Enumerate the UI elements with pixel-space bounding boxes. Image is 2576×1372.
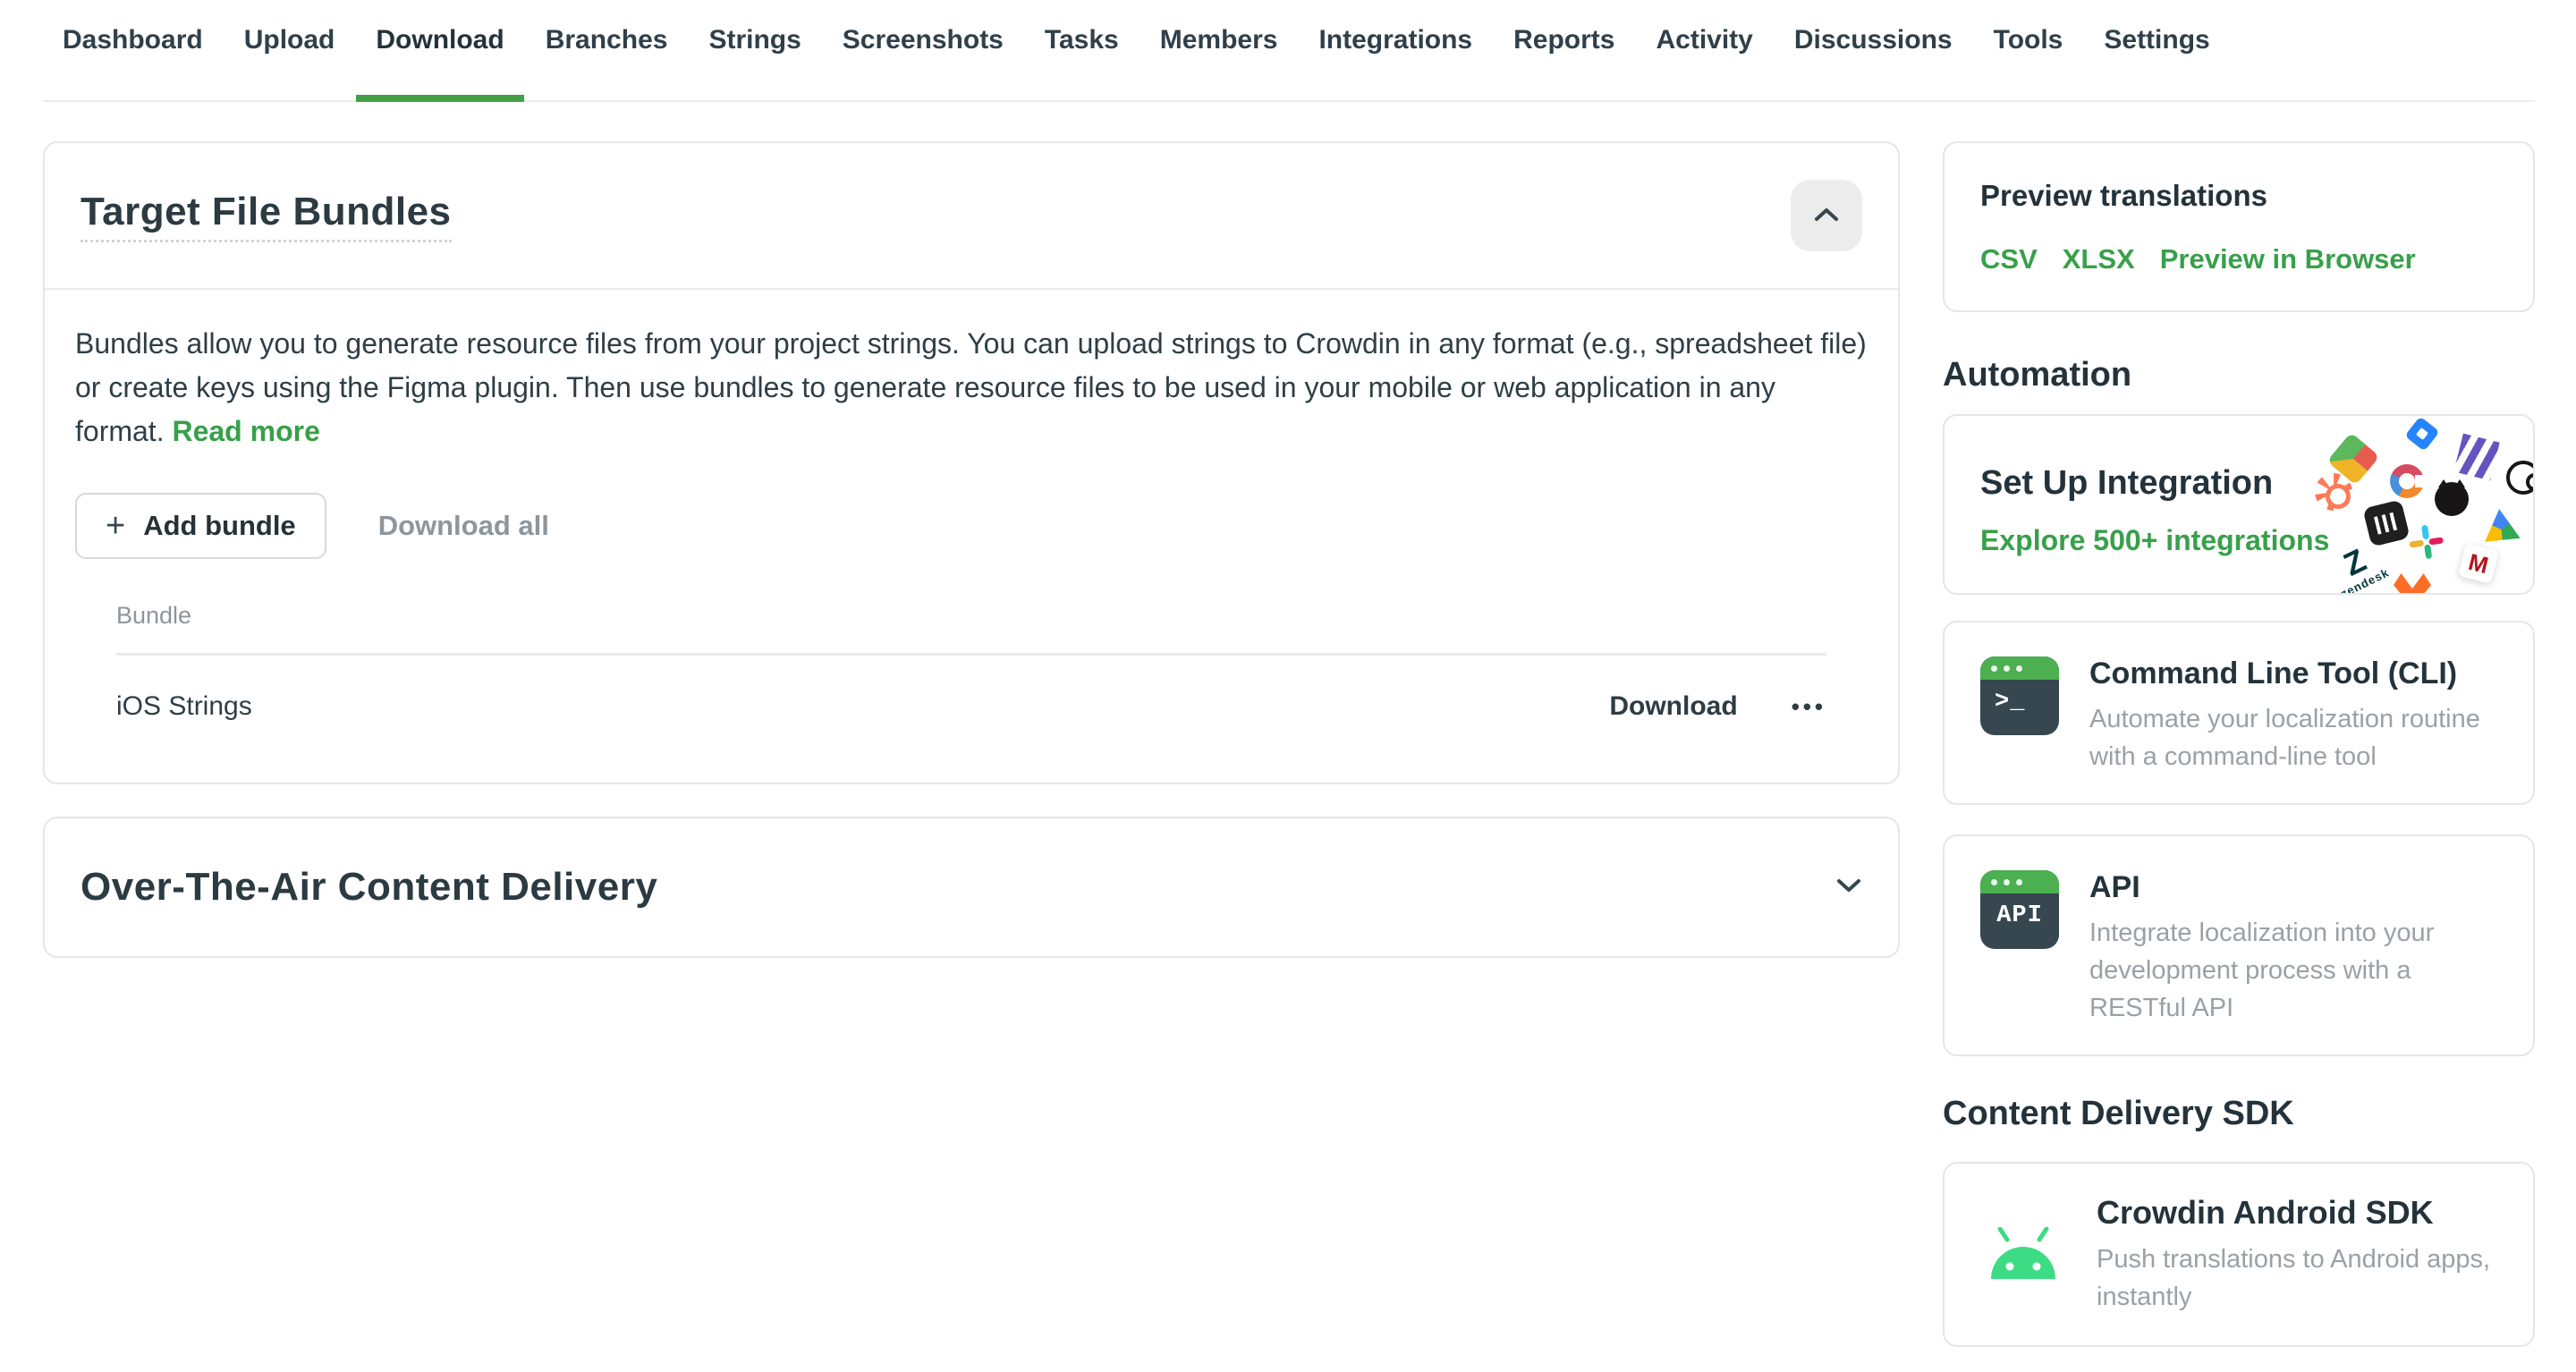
android-card-text: Crowdin Android SDK Push translations to… <box>2097 1194 2508 1316</box>
gitlab-icon <box>2394 573 2431 595</box>
android-icon <box>1980 1227 2066 1283</box>
bundles-description: Bundles allow you to generate resource f… <box>75 322 1868 453</box>
bundles-actions-row: + Add bundle Download all <box>75 493 1868 559</box>
preview-translations-card: Preview translations CSV XLSX Preview in… <box>1943 141 2535 312</box>
collapse-bundles-button[interactable] <box>1791 180 1862 251</box>
read-more-link[interactable]: Read more <box>172 415 319 447</box>
tab-discussions[interactable]: Discussions <box>1794 23 1953 100</box>
api-card-title: API <box>2089 870 2508 905</box>
api-card-text: API Integrate localization into your dev… <box>2089 870 2508 1021</box>
mural-icon: M <box>2458 543 2499 584</box>
api-card[interactable]: API API Integrate localization into your… <box>1943 834 2535 1056</box>
api-card-description: Integrate localization into your develop… <box>2089 914 2508 1027</box>
zendesk-icon: Z zendesk <box>2326 539 2392 595</box>
more-options-icon[interactable]: ••• <box>1792 693 1826 721</box>
plus-icon: + <box>106 512 125 539</box>
bundles-card-header: Target File Bundles <box>45 143 1898 290</box>
chevron-down-icon[interactable] <box>1835 877 1862 898</box>
slack-icon <box>2405 521 2448 567</box>
bundles-card-body: Bundles allow you to generate resource f… <box>45 290 1898 722</box>
terminal-titlebar <box>1980 656 2059 680</box>
bundle-name: iOS Strings <box>116 691 252 722</box>
tab-activity[interactable]: Activity <box>1656 23 1752 100</box>
terminal-icon: >_ <box>1980 656 2059 735</box>
bundles-card-title: Target File Bundles <box>80 190 452 242</box>
download-all-link[interactable]: Download all <box>378 510 549 542</box>
csv-link[interactable]: CSV <box>1980 243 2038 275</box>
android-card-description: Push translations to Android apps, insta… <box>2097 1241 2508 1316</box>
cli-card[interactable]: >_ Command Line Tool (CLI) Automate your… <box>1943 621 2535 805</box>
tab-tasks[interactable]: Tasks <box>1045 23 1119 100</box>
google-drive-icon <box>2481 507 2520 542</box>
tab-dashboard[interactable]: Dashboard <box>63 23 203 100</box>
github-icon <box>2435 482 2469 516</box>
cli-card-text: Command Line Tool (CLI) Automate your lo… <box>2089 656 2508 769</box>
tab-screenshots[interactable]: Screenshots <box>843 23 1004 100</box>
contentful-icon <box>2390 464 2424 498</box>
row-download-link[interactable]: Download <box>1609 691 1737 722</box>
preview-links-row: CSV XLSX Preview in Browser <box>1980 243 2497 275</box>
tab-members[interactable]: Members <box>1160 23 1278 100</box>
mailchimp-icon <box>2506 461 2535 495</box>
tab-tools[interactable]: Tools <box>1994 23 2063 100</box>
integration-card-title: Set Up Integration <box>1980 464 2329 503</box>
tab-integrations[interactable]: Integrations <box>1318 23 1472 100</box>
xlsx-link[interactable]: XLSX <box>2063 243 2135 275</box>
tab-strings[interactable]: Strings <box>708 23 801 100</box>
android-sdk-card[interactable]: Crowdin Android SDK Push translations to… <box>1943 1162 2535 1347</box>
cli-card-description: Automate your localization routine with … <box>2089 700 2508 775</box>
api-icon-titlebar <box>1980 870 2059 893</box>
preview-in-browser-link[interactable]: Preview in Browser <box>2160 243 2416 275</box>
android-card-title: Crowdin Android SDK <box>2097 1194 2508 1232</box>
add-bundle-label: Add bundle <box>143 510 295 542</box>
api-icon: API <box>1980 870 2059 949</box>
chevron-up-icon <box>1813 207 1840 225</box>
tab-branches[interactable]: Branches <box>546 23 668 100</box>
tab-upload[interactable]: Upload <box>244 23 335 100</box>
tab-download[interactable]: Download <box>376 23 504 100</box>
marvel-icon <box>2453 434 2499 481</box>
preview-translations-title: Preview translations <box>1980 179 2497 213</box>
api-icon-label: API <box>1980 902 2059 929</box>
tab-reports[interactable]: Reports <box>1513 23 1614 100</box>
add-bundle-button[interactable]: + Add bundle <box>75 493 326 559</box>
jira-icon <box>2404 416 2439 451</box>
integration-card-text: Set Up Integration Explore 500+ integrat… <box>1980 464 2329 557</box>
target-file-bundles-card: Target File Bundles Bundles allow you to… <box>43 141 1900 784</box>
bundles-description-text: Bundles allow you to generate resource f… <box>75 327 1867 447</box>
project-tab-bar: Dashboard Upload Download Branches Strin… <box>43 23 2535 102</box>
bundle-column-header: Bundle <box>75 602 1868 630</box>
ota-content-delivery-card[interactable]: Over-The-Air Content Delivery <box>43 817 1900 958</box>
cli-card-title: Command Line Tool (CLI) <box>2089 656 2508 691</box>
set-up-integration-card[interactable]: Set Up Integration Explore 500+ integrat… <box>1943 414 2535 595</box>
ota-card-title: Over-The-Air Content Delivery <box>80 865 657 910</box>
row-actions: Download ••• <box>1609 691 1826 722</box>
content-delivery-sdk-heading: Content Delivery SDK <box>1943 1095 2294 1133</box>
explore-integrations-link[interactable]: Explore 500+ integrations <box>1980 524 2329 557</box>
terminal-prompt-glyph: >_ <box>1980 689 2059 716</box>
table-row: iOS Strings Download ••• <box>75 656 1868 722</box>
tab-settings[interactable]: Settings <box>2104 23 2209 100</box>
automation-heading: Automation <box>1943 356 2131 394</box>
